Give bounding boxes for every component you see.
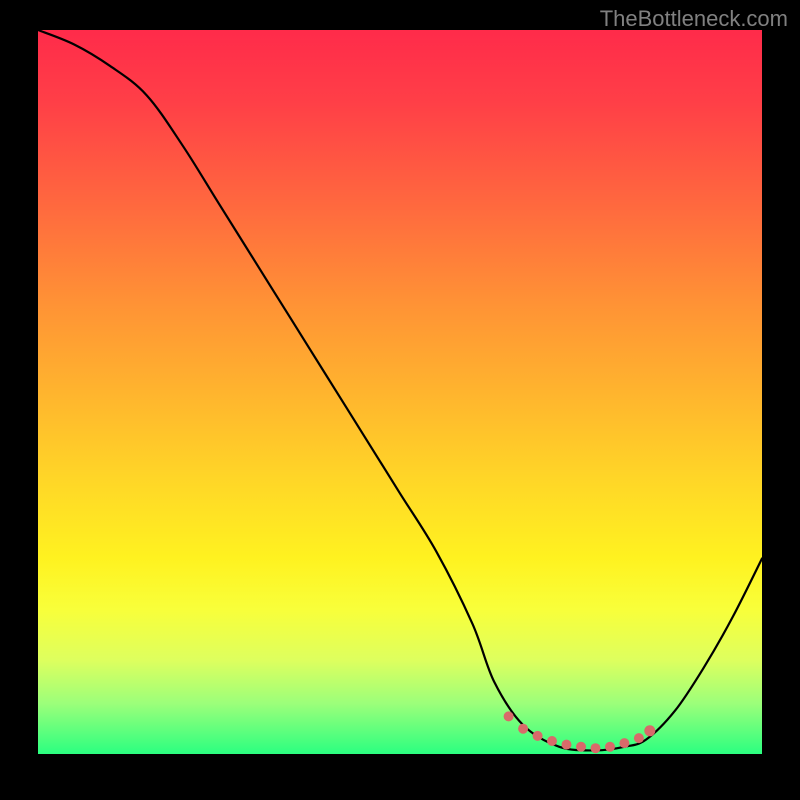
- chart-plot-area: [38, 30, 762, 754]
- chart-background-gradient: [38, 30, 762, 754]
- watermark-text: TheBottleneck.com: [600, 6, 788, 32]
